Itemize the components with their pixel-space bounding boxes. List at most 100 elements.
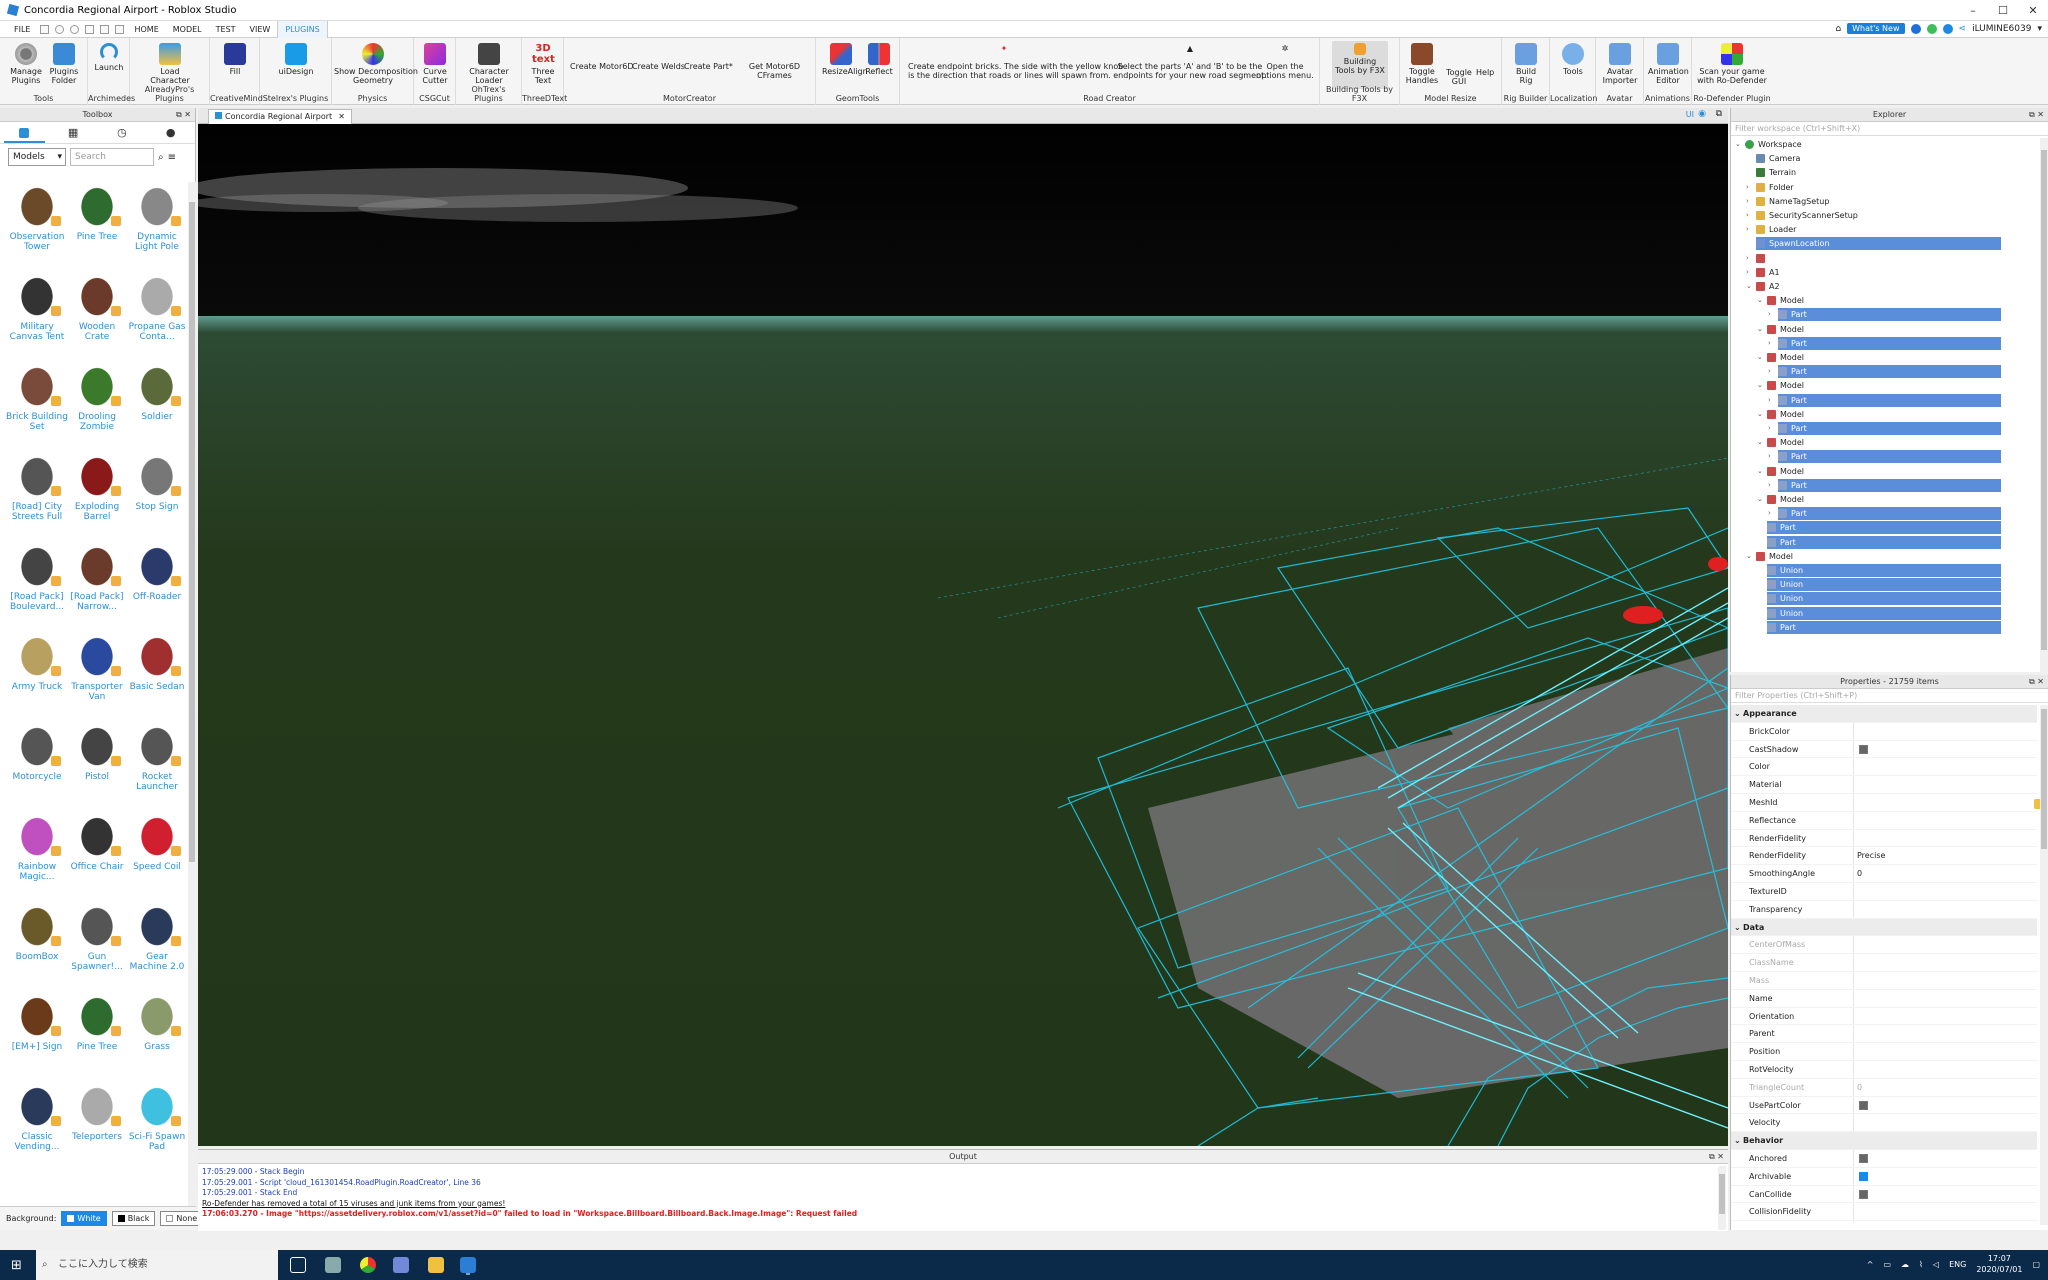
tab-document[interactable]: Concordia Regional Airport ✕	[208, 109, 352, 124]
explorer-item[interactable]: › Part	[1768, 450, 2001, 464]
clock[interactable]: 17:07 2020/07/01	[1976, 1253, 2022, 1275]
filter-icon[interactable]: ≡	[168, 152, 176, 163]
tab-marketplace[interactable]	[0, 122, 49, 143]
share-network-icon[interactable]: ⋖	[1959, 24, 1967, 34]
explorer-item[interactable]: › Part	[1768, 478, 2001, 492]
property-category[interactable]: ⌄ Behavior	[1731, 1132, 2037, 1150]
close-output-icon[interactable]: ⧉ ✕	[1709, 1150, 1724, 1164]
curve-cutter-button[interactable]: Curve Cutter	[417, 43, 453, 85]
tab-model[interactable]: MODEL	[166, 21, 209, 38]
explorer-item[interactable]: › Part	[1768, 365, 2001, 379]
property-row[interactable]: Transparency	[1731, 900, 2037, 919]
output-scrollbar[interactable]	[1718, 1166, 1726, 1230]
expand-arrow-icon[interactable]: ›	[1768, 422, 1771, 435]
explorer-item[interactable]: › Part	[1768, 308, 2001, 322]
build-rig-button[interactable]: Build Rig	[1508, 43, 1544, 85]
explorer-item[interactable]: ⌄ Model	[1757, 294, 2001, 307]
redo-icon[interactable]	[70, 24, 80, 34]
ui-toggle[interactable]: UI	[1686, 110, 1694, 119]
explorer-item[interactable]: › Loader	[1746, 223, 2001, 236]
property-checkbox[interactable]	[1859, 1100, 1868, 1110]
tab-view[interactable]: VIEW	[243, 21, 278, 38]
explorer-item[interactable]: Union	[1767, 592, 2001, 606]
select-endpoints-button[interactable]: ▲ Select the parts 'A' and 'B' to be the …	[1110, 44, 1270, 80]
expand-arrow-icon[interactable]: ⌄	[1757, 465, 1763, 478]
explorer-item[interactable]: ›	[1746, 252, 2001, 265]
roblox-studio-taskbar-icon[interactable]	[460, 1257, 476, 1273]
property-checkbox[interactable]	[1859, 1171, 1868, 1181]
property-row[interactable]: Mass	[1731, 972, 2037, 990]
expand-arrow-icon[interactable]: ›	[1746, 252, 1749, 265]
property-row[interactable]: TextureID	[1731, 883, 2037, 901]
toolbox-item[interactable]: Drooling Zombie	[66, 358, 128, 432]
property-value[interactable]: 0	[1857, 865, 1862, 883]
expand-arrow-icon[interactable]: ⌄	[1757, 323, 1763, 336]
explorer-filter-input[interactable]: Filter workspace (Ctrl+Shift+X)	[1731, 122, 2048, 136]
play-icon[interactable]	[85, 24, 95, 34]
explorer-item[interactable]: › Part	[1768, 393, 2001, 407]
toolbox-item[interactable]: Grass	[126, 988, 188, 1052]
toggle-handles-button[interactable]: Toggle Handles	[1402, 43, 1442, 85]
property-row[interactable]: BrickColor	[1731, 722, 2037, 741]
expand-arrow-icon[interactable]: ›	[1768, 479, 1771, 492]
tab-file[interactable]: FILE	[0, 21, 37, 38]
background-black-button[interactable]: Black	[111, 1211, 156, 1226]
property-row[interactable]: ClassName	[1731, 954, 2037, 972]
toolbox-item[interactable]: Military Canvas Tent	[6, 268, 68, 342]
property-checkbox[interactable]	[1859, 1189, 1868, 1199]
explorer-item[interactable]: › NameTagSetup	[1746, 195, 2001, 208]
background-white-button[interactable]: White	[61, 1211, 107, 1226]
toolbox-scrollbar[interactable]	[188, 182, 196, 1212]
reflect-button[interactable]: Reflect	[862, 43, 896, 76]
avatar-importer-button[interactable]: Avatar Importer	[1600, 43, 1640, 85]
toolbox-item[interactable]: Basic Sedan	[126, 628, 188, 692]
expand-arrow-icon[interactable]: ›	[1768, 337, 1771, 350]
expand-arrow-icon[interactable]: ⌄	[1757, 351, 1763, 364]
road-options-button[interactable]: ✲ Open the options menu.	[1254, 44, 1316, 80]
expand-arrow-icon[interactable]: ⌄	[1746, 550, 1752, 563]
explorer-item[interactable]: Terrain	[1756, 166, 2001, 179]
character-loader-button[interactable]: Character Loader	[466, 43, 512, 85]
expand-arrow-icon[interactable]: ⌄	[1757, 493, 1763, 506]
tab-plugins[interactable]: PLUGINS	[277, 20, 328, 38]
three-text-button[interactable]: 3D text Three Text	[525, 43, 561, 85]
minimize-button[interactable]: –	[1958, 0, 1988, 21]
toolbox-item[interactable]: Office Chair	[66, 808, 128, 872]
expand-arrow-icon[interactable]: ›	[1768, 394, 1771, 407]
property-row[interactable]: CollisionGroupId 0	[1731, 1221, 2037, 1223]
expand-arrow-icon[interactable]: ›	[1746, 209, 1749, 222]
explorer-item[interactable]: ⌄ Model	[1757, 493, 2001, 506]
property-row[interactable]: Anchored	[1731, 1150, 2037, 1168]
create-endpoints-button[interactable]: ✦ Create endpoint bricks. The side with t…	[908, 44, 1123, 80]
expand-arrow-icon[interactable]: ›	[1746, 195, 1749, 208]
3d-viewport[interactable]	[198, 108, 1728, 1146]
property-row[interactable]: Material	[1731, 776, 2037, 794]
explorer-item[interactable]: › Part	[1768, 336, 2001, 350]
notification-icon[interactable]: ▢	[2032, 1259, 2040, 1270]
property-row[interactable]: Position	[1731, 1043, 2037, 1061]
toolbox-item[interactable]: Propane Gas Conta...	[126, 268, 188, 342]
property-row[interactable]: CanCollide	[1731, 1185, 2037, 1204]
ro-defender-scan-button[interactable]: Scan your game with Ro-Defender	[1696, 43, 1768, 85]
chrome-icon[interactable]	[360, 1257, 376, 1273]
explorer-item[interactable]: Camera	[1756, 152, 2001, 165]
property-row[interactable]: TriangleCount 0	[1731, 1078, 2037, 1097]
create-welds-button[interactable]: Create Welds	[632, 62, 685, 71]
windows-start-icon[interactable]: ⊞	[11, 1258, 22, 1273]
explorer-item[interactable]: › Part	[1768, 507, 2001, 521]
toolbox-item[interactable]: Gun Spawner!...	[66, 898, 128, 972]
toolbox-item[interactable]: [Road Pack] Narrow...	[66, 538, 128, 612]
explorer-scrollbar[interactable]	[2040, 138, 2048, 673]
property-checkbox[interactable]	[1859, 1154, 1868, 1163]
expand-arrow-icon[interactable]: ⌄	[1757, 436, 1763, 449]
localization-tools-button[interactable]: Tools	[1555, 43, 1591, 76]
discord-icon[interactable]	[393, 1257, 409, 1273]
toolbox-item[interactable]: Gear Machine 2.0	[126, 898, 188, 972]
new-file-icon[interactable]	[40, 24, 50, 34]
toolbox-item[interactable]: Pine Tree	[66, 178, 128, 242]
help-button[interactable]: Help	[1476, 68, 1494, 77]
more-icon[interactable]	[115, 24, 125, 34]
explorer-item[interactable]: Union	[1767, 564, 2001, 577]
property-category[interactable]: ⌄ Data	[1731, 918, 2037, 937]
cloud-icon[interactable]: ☁	[1901, 1259, 1909, 1270]
